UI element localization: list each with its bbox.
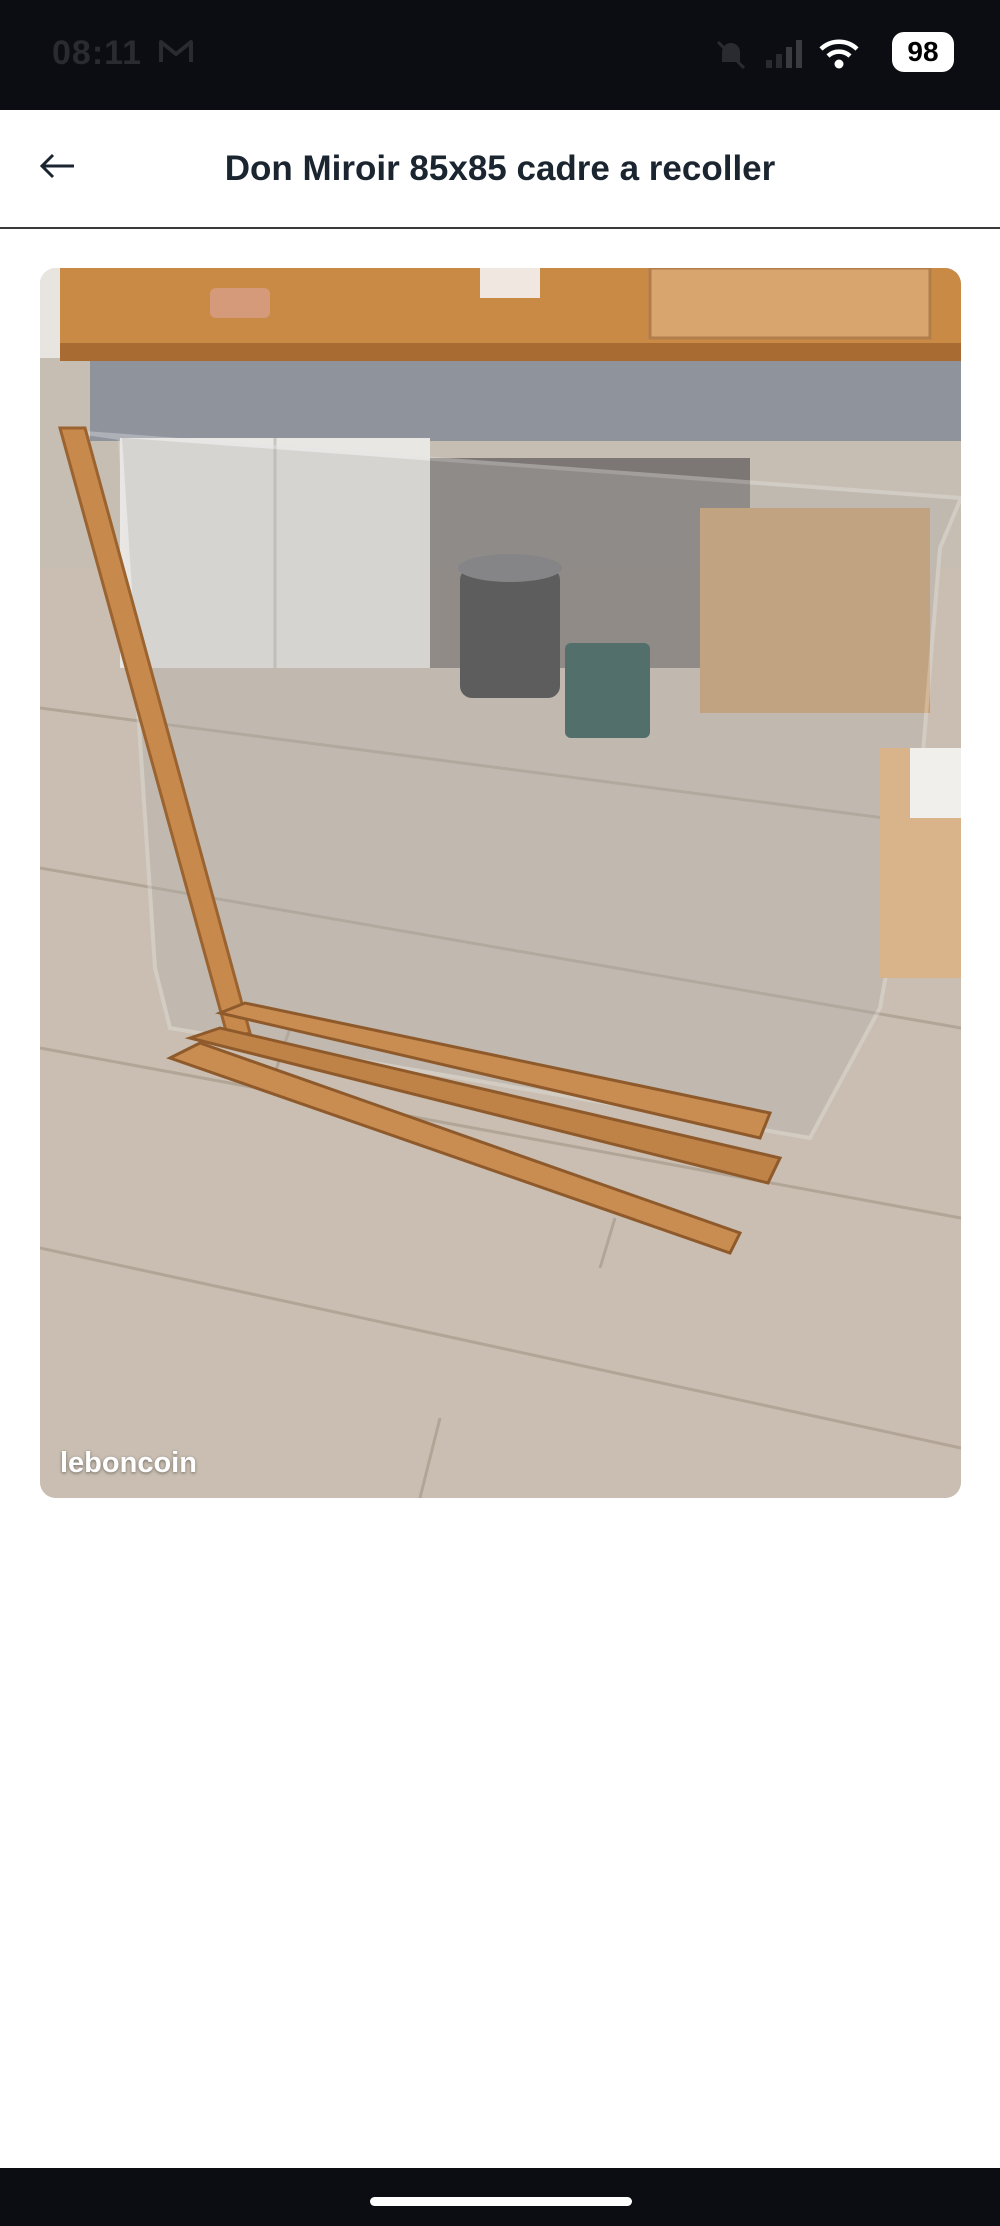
mirror-photo-illustration [40,268,961,1498]
mute-icon [714,38,748,77]
status-time: 08:11 [52,34,143,72]
battery-icon: 98 [892,32,954,72]
header: Don Miroir 85x85 cadre a recoller [0,110,1000,229]
wifi-icon [818,38,860,75]
home-indicator[interactable] [370,2197,632,2206]
leboncoin-watermark: leboncoin [60,1447,197,1479]
arrow-left-icon [39,153,77,184]
mail-icon [158,38,194,71]
back-button[interactable] [28,138,88,198]
bottom-bar [0,2168,1000,2226]
page-title: Don Miroir 85x85 cadre a recoller [224,148,776,188]
listing-photo[interactable]: leboncoin [40,268,961,1498]
signal-icon [764,38,804,75]
status-bar: 08:11 98 [0,0,1000,110]
